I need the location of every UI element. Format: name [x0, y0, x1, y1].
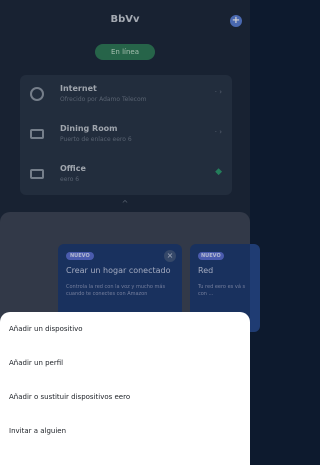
option-label: Invitar a alguien: [9, 427, 67, 435]
option-label: Añadir un dispositivo: [9, 325, 83, 333]
option-label: Añadir un perfil: [9, 359, 64, 367]
action-sheet: Añadir un dispositivo Añadir un perfil A…: [0, 312, 250, 465]
add-device-option[interactable]: Añadir un dispositivo: [0, 312, 250, 346]
invite-someone-option[interactable]: Invitar a alguien: [0, 414, 250, 448]
option-label: Añadir o sustituir dispositivos eero: [9, 393, 131, 401]
add-replace-eero-option[interactable]: Añadir o sustituir dispositivos eero: [0, 380, 250, 414]
add-profile-option[interactable]: Añadir un perfil: [0, 346, 250, 380]
